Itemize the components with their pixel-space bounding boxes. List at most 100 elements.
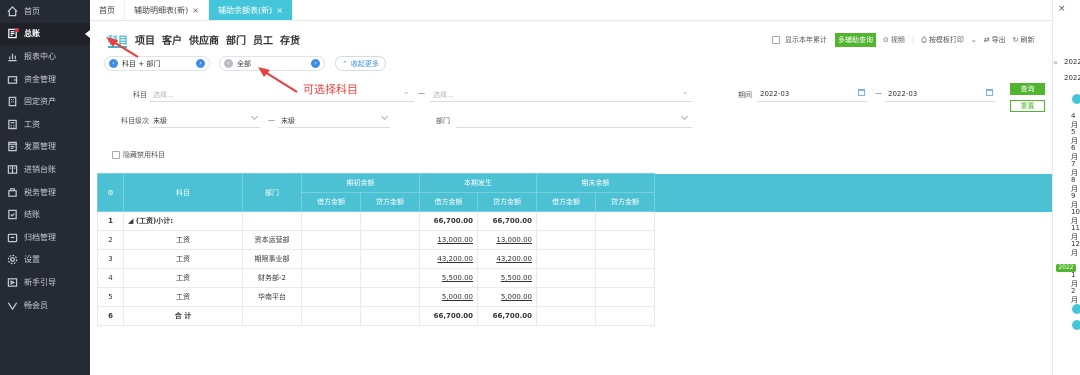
export-button[interactable]: ⇄ 导出 xyxy=(984,35,1006,45)
sidebar-item-inventory[interactable]: 进销台账 xyxy=(0,158,90,181)
level-from-select[interactable]: 末级 xyxy=(153,116,167,126)
dept-select-underline[interactable] xyxy=(456,127,692,128)
sidebar-item-assets[interactable]: 固定资产 xyxy=(0,90,90,113)
table-row[interactable]: 2 工资 资本运营部 13,000.00 13,000.00 xyxy=(97,230,1055,250)
period-dot[interactable] xyxy=(1072,320,1080,330)
sidebar-item-invoice[interactable]: 发票管理 xyxy=(0,136,90,159)
sidebar-item-salary[interactable]: 工资 xyxy=(0,113,90,136)
current-period-dot[interactable] xyxy=(1072,94,1080,104)
sidebar-item-archive[interactable]: 归档管理 xyxy=(0,226,90,249)
sidebar-item-guide[interactable]: 新手引导 xyxy=(0,271,90,294)
period-from-underline xyxy=(757,101,867,102)
guide-icon xyxy=(7,277,18,288)
sidebar-item-vip[interactable]: 畅会员 xyxy=(0,294,90,317)
year-label[interactable]: 2022 xyxy=(1064,58,1080,66)
module-tab-4[interactable]: 部门 xyxy=(226,32,246,47)
cell-cur_d[interactable]: 5,000.00 xyxy=(419,287,478,307)
tab-0[interactable]: 首页 xyxy=(90,0,125,20)
module-tab-5[interactable]: 员工 xyxy=(253,32,273,47)
refresh-icon: ↻ xyxy=(1012,36,1019,44)
sidebar-item-home[interactable]: 首页 xyxy=(0,0,90,23)
row-filler xyxy=(655,288,1055,307)
refresh-button[interactable]: ↻ 刷新 xyxy=(1013,35,1035,45)
subject-from-input[interactable]: 选择... xyxy=(153,90,174,100)
cell-ob_c xyxy=(360,268,420,288)
close-icon[interactable]: × xyxy=(1058,4,1066,14)
tab-2[interactable]: 辅助余额表(新) × xyxy=(208,0,293,20)
period-from-input[interactable]: 2022-03 xyxy=(760,90,789,98)
table-row[interactable]: 5 工资 华南平台 5,000.00 5,000.00 xyxy=(97,287,1055,307)
cell-idx: 2 xyxy=(97,230,124,250)
wallet-icon xyxy=(7,74,18,85)
period-dot[interactable] xyxy=(1072,304,1080,314)
cell-dept: 资本运营部 xyxy=(242,230,302,250)
reset-button[interactable]: 重置 xyxy=(1010,100,1045,112)
multi-aux-query-button[interactable]: 多辅助查询 xyxy=(835,33,876,47)
sidebar: 首页 总账报表中心资金管理 固定资产 工资 发票管理 进销台账税务管理结账 归档管理 设置 新手… xyxy=(0,0,90,375)
table-row[interactable]: 6合 计 66,700.00 66,700.00 xyxy=(97,306,1055,326)
module-tab-2[interactable]: 客户 xyxy=(162,32,182,47)
sidebar-item-settings[interactable]: 设置 xyxy=(0,249,90,272)
month-item[interactable]: 12月 xyxy=(1071,240,1080,258)
expand-panel-icon[interactable]: » xyxy=(1053,58,1058,67)
sidebar-item-reports[interactable]: 报表中心 xyxy=(0,45,90,68)
close-icon[interactable]: × xyxy=(276,6,283,15)
sidebar-item-label: 报表中心 xyxy=(24,51,56,61)
module-tab-1[interactable]: 项目 xyxy=(135,32,155,47)
month-item[interactable]: 2月 xyxy=(1071,287,1080,305)
cell-cur_d[interactable]: 5,500.00 xyxy=(419,268,478,288)
video-button[interactable]: ⊙ 视频 xyxy=(883,35,905,45)
header-debit: 借方金额 xyxy=(419,192,478,212)
close-icon[interactable]: × xyxy=(192,6,199,15)
prev-icon[interactable]: ‹ xyxy=(224,59,233,68)
aux-combination-value: 科目 + 部门 xyxy=(122,59,161,68)
print-button[interactable]: ⎙ 按模板打印 xyxy=(921,35,964,45)
period-to-input[interactable]: 2022-03 xyxy=(888,90,917,98)
cell-cur_d[interactable]: 43,200.00 xyxy=(419,249,478,269)
cell-cur_c[interactable]: 5,000.00 xyxy=(477,287,537,307)
calendar-icon[interactable] xyxy=(858,89,865,96)
column-settings-icon[interactable]: ⚙ xyxy=(97,173,124,212)
sidebar-item-tax[interactable]: 税务管理 xyxy=(0,181,90,204)
cell-cur_d[interactable]: 13,000.00 xyxy=(419,230,478,250)
next-icon[interactable]: › xyxy=(311,59,320,68)
prev-icon[interactable]: ‹ xyxy=(109,59,118,68)
aux-combination-selector[interactable]: ‹ 科目 + 部门 › xyxy=(104,56,210,71)
calendar-icon[interactable] xyxy=(986,89,993,96)
cell-cur_c[interactable]: 13,000.00 xyxy=(477,230,537,250)
module-tab-0[interactable]: 科目 xyxy=(108,32,128,47)
hide-disabled-label: 隐藏禁用科目 xyxy=(123,151,165,159)
hide-disabled-checkbox[interactable]: 隐藏禁用科目 xyxy=(112,150,165,160)
query-button[interactable]: 查询 xyxy=(1010,83,1045,95)
cell-cur_c[interactable]: 43,200.00 xyxy=(477,249,537,269)
print-dropdown[interactable]: ⌄ xyxy=(971,36,977,44)
collapse-more-button[interactable]: ⌃ 收起更多 xyxy=(335,56,386,71)
table-row[interactable]: 4 工资 财务部-2 5,500.00 5,500.00 xyxy=(97,268,1055,288)
cell-dept: 财务部-2 xyxy=(242,268,302,288)
module-tab-6[interactable]: 存货 xyxy=(280,32,300,47)
header-credit: 贷方金额 xyxy=(477,192,537,212)
header-debit: 借方金额 xyxy=(536,192,596,212)
chevron-down-icon[interactable] xyxy=(250,112,259,121)
subject-to-clear[interactable]: ⌁ xyxy=(683,89,687,97)
table-row[interactable]: 1 ◢ (工资)小计: 66,700.00 66,700.00 xyxy=(97,211,1055,231)
tab-1[interactable]: 辅助明细表(新) × xyxy=(125,0,209,20)
sidebar-item-ledger[interactable]: 总账 xyxy=(0,22,90,46)
next-icon[interactable]: › xyxy=(196,59,205,68)
tab-label: 辅助余额表(新) xyxy=(217,5,273,15)
chevron-down-icon[interactable] xyxy=(680,112,689,121)
sidebar-item-label: 税务管理 xyxy=(24,187,56,197)
cell-cur_c[interactable]: 5,500.00 xyxy=(477,268,537,288)
level-to-select[interactable]: 末级 xyxy=(281,116,295,126)
cell-dept: 华南平台 xyxy=(242,287,302,307)
aux-item-selector[interactable]: ‹ 全部 › xyxy=(219,56,325,71)
show-cumulative-checkbox[interactable]: 显示本年累计 xyxy=(772,35,827,45)
sidebar-item-close[interactable]: 结账 xyxy=(0,203,90,226)
table-row[interactable]: 3 工资 期限事业部 43,200.00 43,200.00 xyxy=(97,249,1055,269)
chevron-down-icon[interactable] xyxy=(380,112,389,121)
subject-to-input[interactable]: 选择... xyxy=(433,90,454,100)
year-label[interactable]: 2022 xyxy=(1064,74,1080,82)
sidebar-item-funds[interactable]: 资金管理 xyxy=(0,68,90,91)
module-tab-3[interactable]: 供应商 xyxy=(189,32,219,47)
subject-from-clear[interactable]: ⌁ xyxy=(404,89,408,97)
